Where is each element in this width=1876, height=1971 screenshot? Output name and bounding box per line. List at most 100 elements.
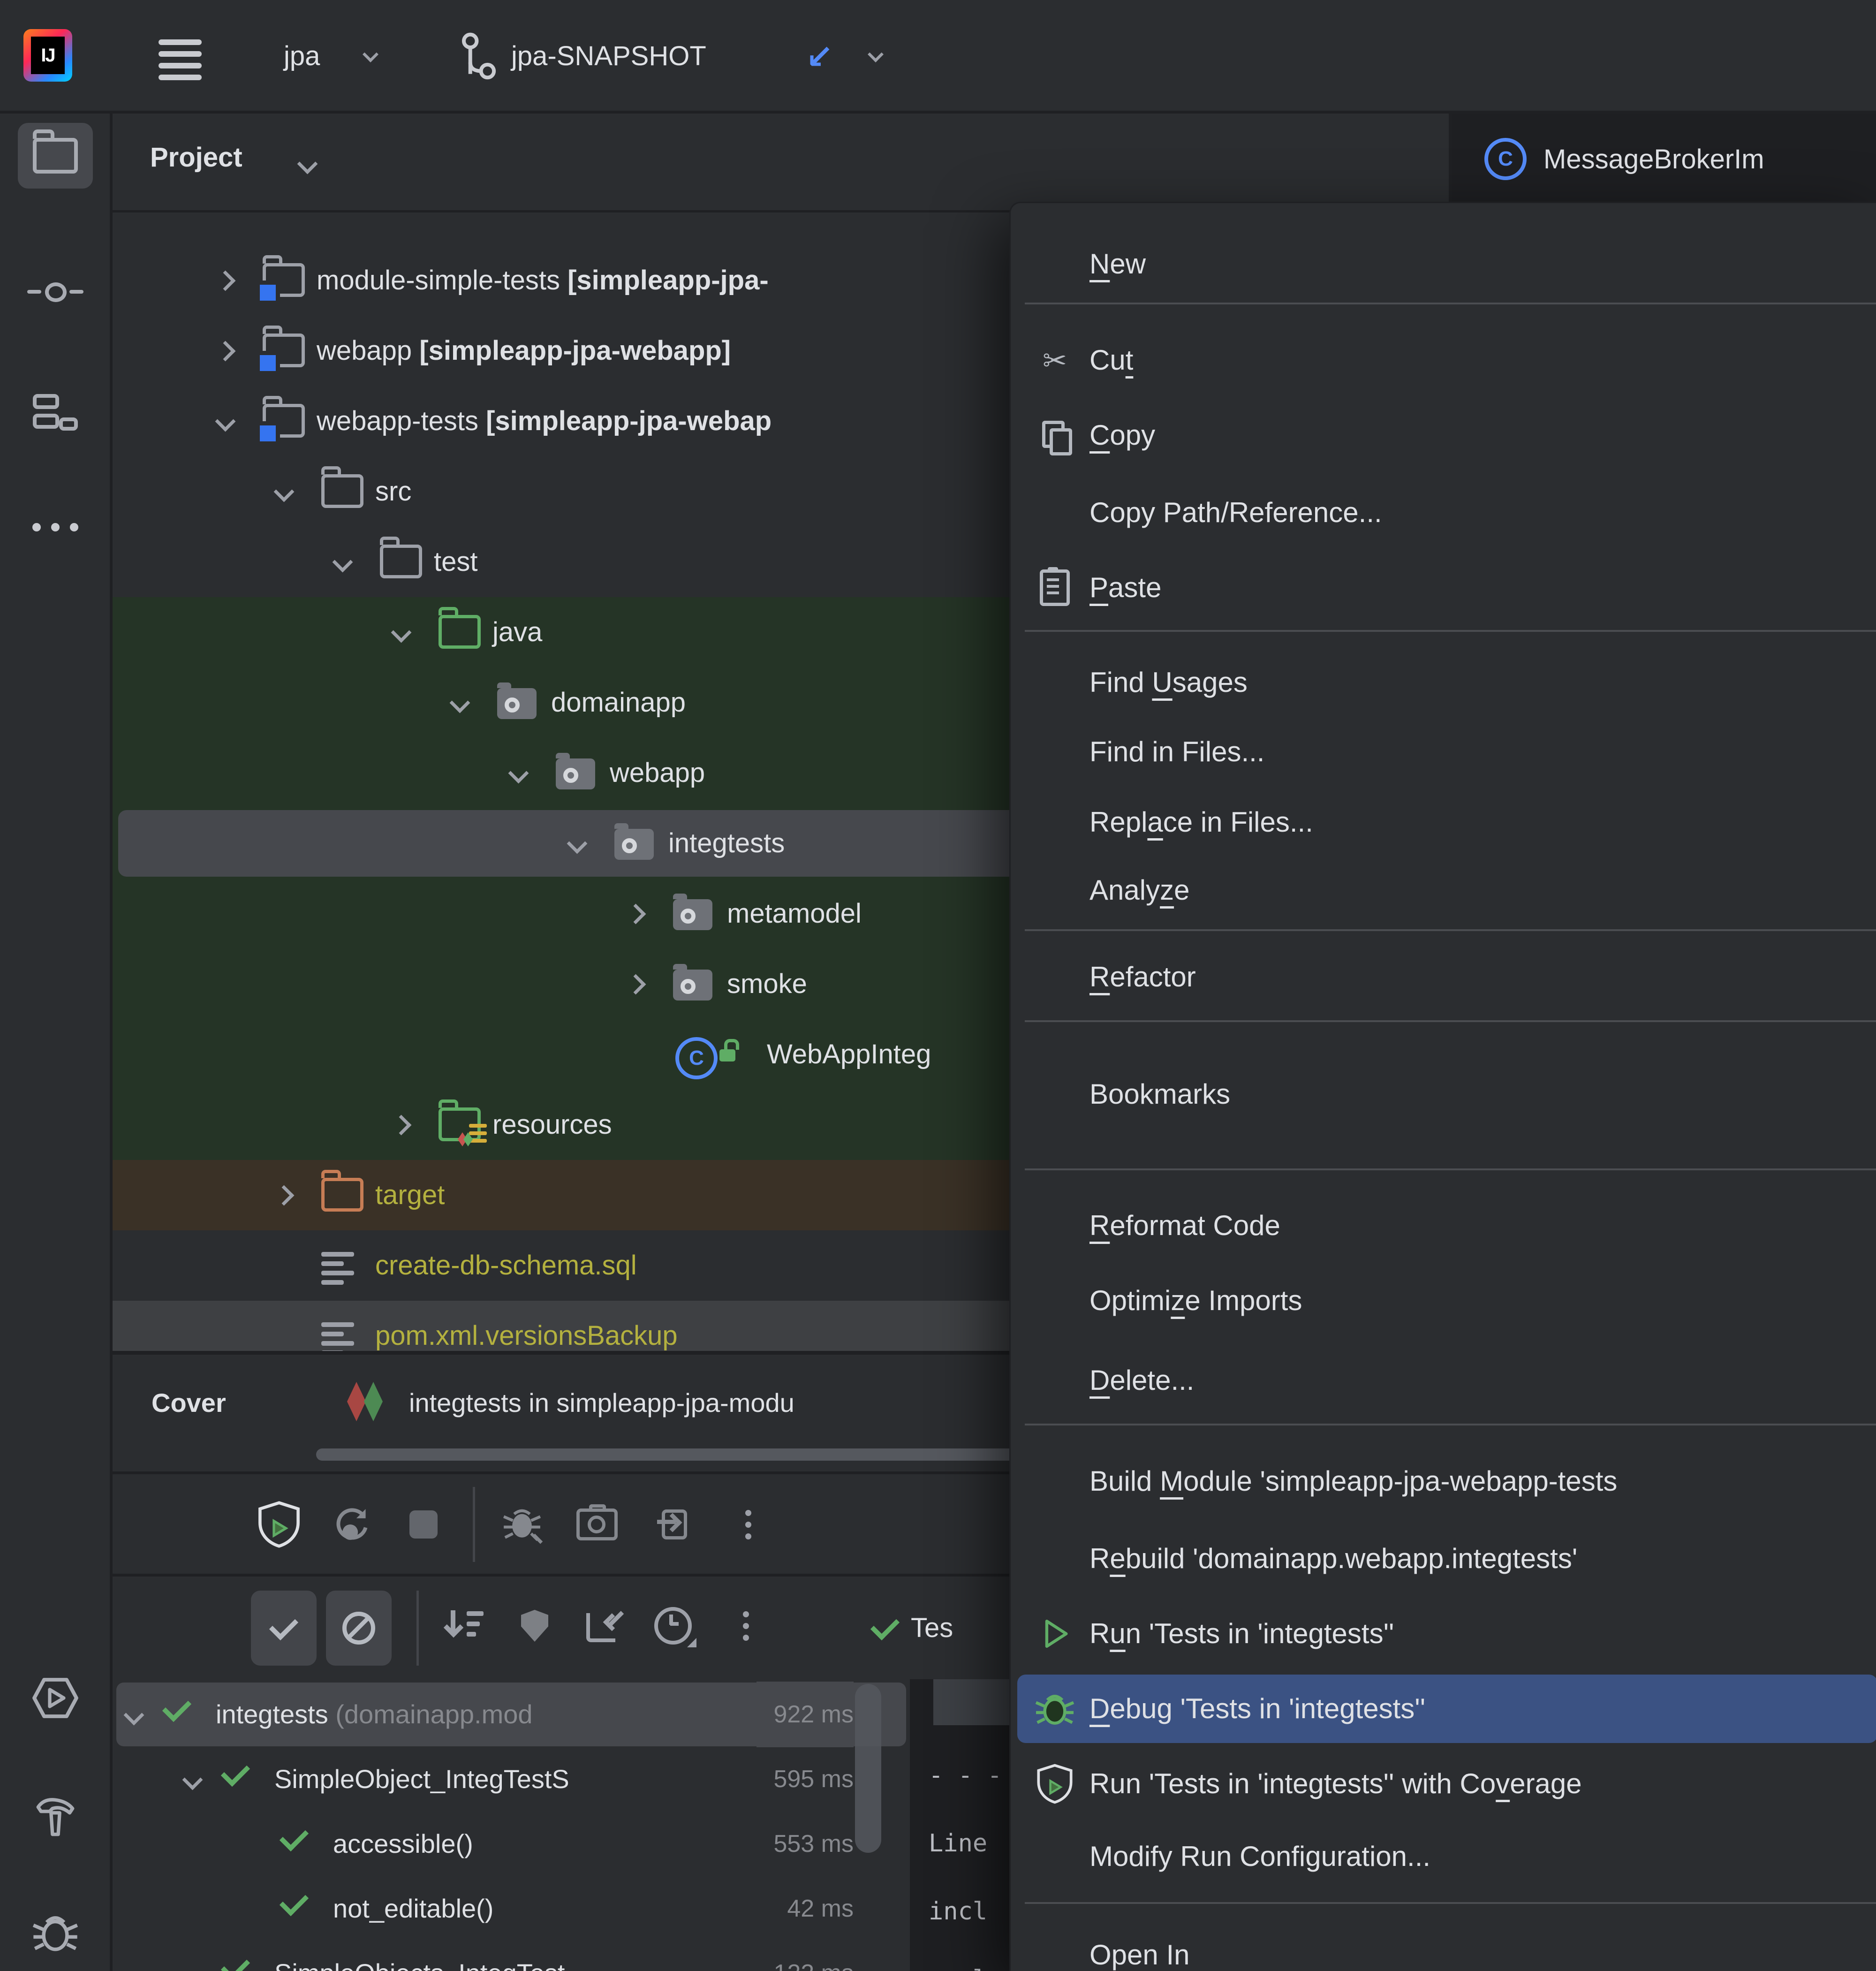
project-switcher[interactable]: jpa: [284, 40, 320, 72]
sidebar-item-services[interactable]: [18, 1665, 93, 1731]
menu-separator: [1025, 303, 1876, 304]
test-duration: 553 ms: [756, 1811, 854, 1877]
more-options-button[interactable]: [720, 1577, 772, 1675]
sidebar-item-commit[interactable]: [18, 259, 93, 325]
build-hammer-icon: [36, 1798, 75, 1836]
sidebar-item-structure[interactable]: [18, 382, 93, 447]
package-icon: [673, 964, 712, 1001]
chevron-down-icon[interactable]: [215, 411, 236, 432]
menu-item-replace-in-files[interactable]: Replace in Files...: [1011, 787, 1876, 857]
more-options-button[interactable]: [722, 1475, 774, 1574]
chevron-right-icon[interactable]: [215, 270, 236, 291]
menu-item-build-module[interactable]: Build Module 'simpleapp-jpa-webapp-tests: [1011, 1446, 1876, 1516]
menu-item-modify-run-configuration[interactable]: Modify Run Configuration...: [1011, 1821, 1876, 1892]
defend-button[interactable]: [509, 1577, 560, 1675]
vertical-scrollbar[interactable]: [855, 1684, 881, 1853]
menu-item-new[interactable]: New: [1011, 229, 1876, 299]
test-row-simpleobjects-integtest[interactable]: SimpleObjects_IntegTest 122 ms: [113, 1941, 910, 1971]
console-line: excl: [929, 1951, 987, 1971]
sort-by-duration-button[interactable]: [441, 1577, 492, 1675]
stop-icon: [409, 1510, 438, 1539]
sidebar-item-project[interactable]: [18, 123, 93, 189]
rerun-button[interactable]: [326, 1475, 378, 1574]
import-test-results-button[interactable]: [577, 1577, 628, 1675]
import-results-icon: [586, 1609, 624, 1642]
menu-item-run-tests[interactable]: Run 'Tests in 'integtests'': [1011, 1599, 1876, 1669]
menu-item-debug-tests[interactable]: Debug 'Tests in 'integtests'': [1011, 1674, 1876, 1744]
history-clock-icon: [654, 1607, 696, 1647]
chevron-right-icon[interactable]: [391, 1114, 412, 1136]
coverage-icon: [347, 1382, 394, 1421]
folder-icon: [380, 537, 422, 578]
test-duration: 922 ms: [756, 1682, 854, 1747]
debug-rerun-button[interactable]: [496, 1475, 548, 1574]
show-passed-toggle[interactable]: [251, 1591, 317, 1666]
menu-separator: [1025, 1424, 1876, 1425]
chevron-right-icon[interactable]: [625, 974, 646, 995]
menu-item-delete[interactable]: Delete...: [1011, 1345, 1876, 1416]
project-folder-icon: [33, 129, 78, 174]
chevron-down-icon[interactable]: [508, 763, 529, 784]
menu-separator: [1025, 929, 1876, 931]
menu-item-analyze[interactable]: Analyze: [1011, 855, 1876, 925]
test-row-simpleobject-integtest[interactable]: SimpleObject_IntegTestS 595 ms: [113, 1746, 910, 1812]
test-row-integtests[interactable]: integtests (domainapp.mod 922 ms: [113, 1682, 910, 1747]
test-row-not-editable[interactable]: not_editable() 42 ms: [113, 1876, 910, 1941]
stop-button[interactable]: [398, 1475, 449, 1574]
menu-item-copy-path[interactable]: Copy Path/Reference...: [1011, 478, 1876, 548]
rerun-coverage-icon: [1031, 1749, 1078, 1819]
branch-icon: [462, 32, 496, 80]
menu-item-bookmarks[interactable]: Bookmarks: [1011, 1059, 1876, 1130]
menu-item-rebuild[interactable]: Rebuild 'domainapp.webapp.integtests': [1011, 1524, 1876, 1594]
chevron-down-icon[interactable]: [391, 622, 412, 643]
chevron-down-icon: [363, 46, 378, 62]
sidebar-item-debug[interactable]: [18, 1900, 93, 1965]
test-row-accessible[interactable]: accessible() 553 ms: [113, 1811, 910, 1877]
menu-separator: [1025, 1020, 1876, 1022]
chevron-down-icon[interactable]: [273, 481, 295, 502]
menu-item-find-in-files[interactable]: Find in Files...: [1011, 717, 1876, 787]
chevron-down-icon[interactable]: [182, 1769, 203, 1790]
vcs-branch-widget[interactable]: jpa-SNAPSHOT: [511, 40, 706, 72]
sidebar-item-build[interactable]: [18, 1784, 93, 1850]
exit-button[interactable]: [646, 1475, 698, 1574]
menu-item-run-with-coverage[interactable]: Run 'Tests in 'integtests'' with Coverag…: [1011, 1749, 1876, 1819]
menu-separator: [1025, 630, 1876, 632]
menu-item-paste[interactable]: Paste: [1011, 553, 1876, 623]
test-results-tree: integtests (domainapp.mod 922 ms SimpleO…: [113, 1679, 910, 1971]
snapshot-button[interactable]: [571, 1475, 623, 1574]
chevron-down-icon[interactable]: [449, 692, 470, 713]
camera-icon: [576, 1504, 618, 1540]
panel-title[interactable]: Project: [150, 142, 242, 173]
module-folder-icon: [256, 255, 305, 305]
editor-tab-messagebrokerim[interactable]: MessageBrokerIm: [1543, 144, 1764, 175]
coverage-session-label[interactable]: integtests in simpleapp-jpa-modu: [409, 1387, 794, 1418]
menu-item-refactor[interactable]: Refactor: [1011, 942, 1876, 1012]
hamburger-menu-icon[interactable]: [159, 39, 202, 86]
passed-check-icon: [220, 1757, 250, 1787]
intellij-logo-icon[interactable]: IJ: [23, 29, 72, 82]
resources-folder-icon: [439, 1099, 487, 1146]
chevron-right-icon[interactable]: [215, 341, 236, 362]
folder-icon: [321, 466, 363, 508]
show-ignored-toggle[interactable]: [326, 1591, 392, 1666]
chevron-right-icon[interactable]: [625, 903, 646, 925]
rerun-coverage-button[interactable]: [253, 1475, 305, 1574]
chevron-down-icon[interactable]: [182, 1963, 203, 1971]
chevron-right-icon[interactable]: [273, 1185, 295, 1206]
menu-item-reformat-code[interactable]: Reformat Code: [1011, 1190, 1876, 1261]
menu-item-find-usages[interactable]: Find Usages: [1011, 647, 1876, 718]
title-bar: IJ jpa jpa-SNAPSHOT ↙: [0, 0, 1876, 111]
sort-icon: [448, 1609, 485, 1642]
file-icon: [321, 1252, 354, 1285]
coverage-tab-label[interactable]: Cover: [151, 1387, 226, 1418]
menu-item-optimize-imports[interactable]: Optimize Imports: [1011, 1266, 1876, 1336]
sidebar-item-more[interactable]: [18, 494, 93, 560]
test-history-button[interactable]: [647, 1577, 699, 1675]
menu-item-cut[interactable]: ✂ Cut: [1011, 325, 1876, 395]
menu-item-copy[interactable]: Copy: [1011, 400, 1876, 470]
scissors-icon: ✂: [1043, 344, 1067, 377]
menu-item-open-in[interactable]: Open In: [1011, 1920, 1876, 1971]
commit-icon: [27, 282, 83, 302]
chevron-down-icon[interactable]: [332, 552, 353, 573]
